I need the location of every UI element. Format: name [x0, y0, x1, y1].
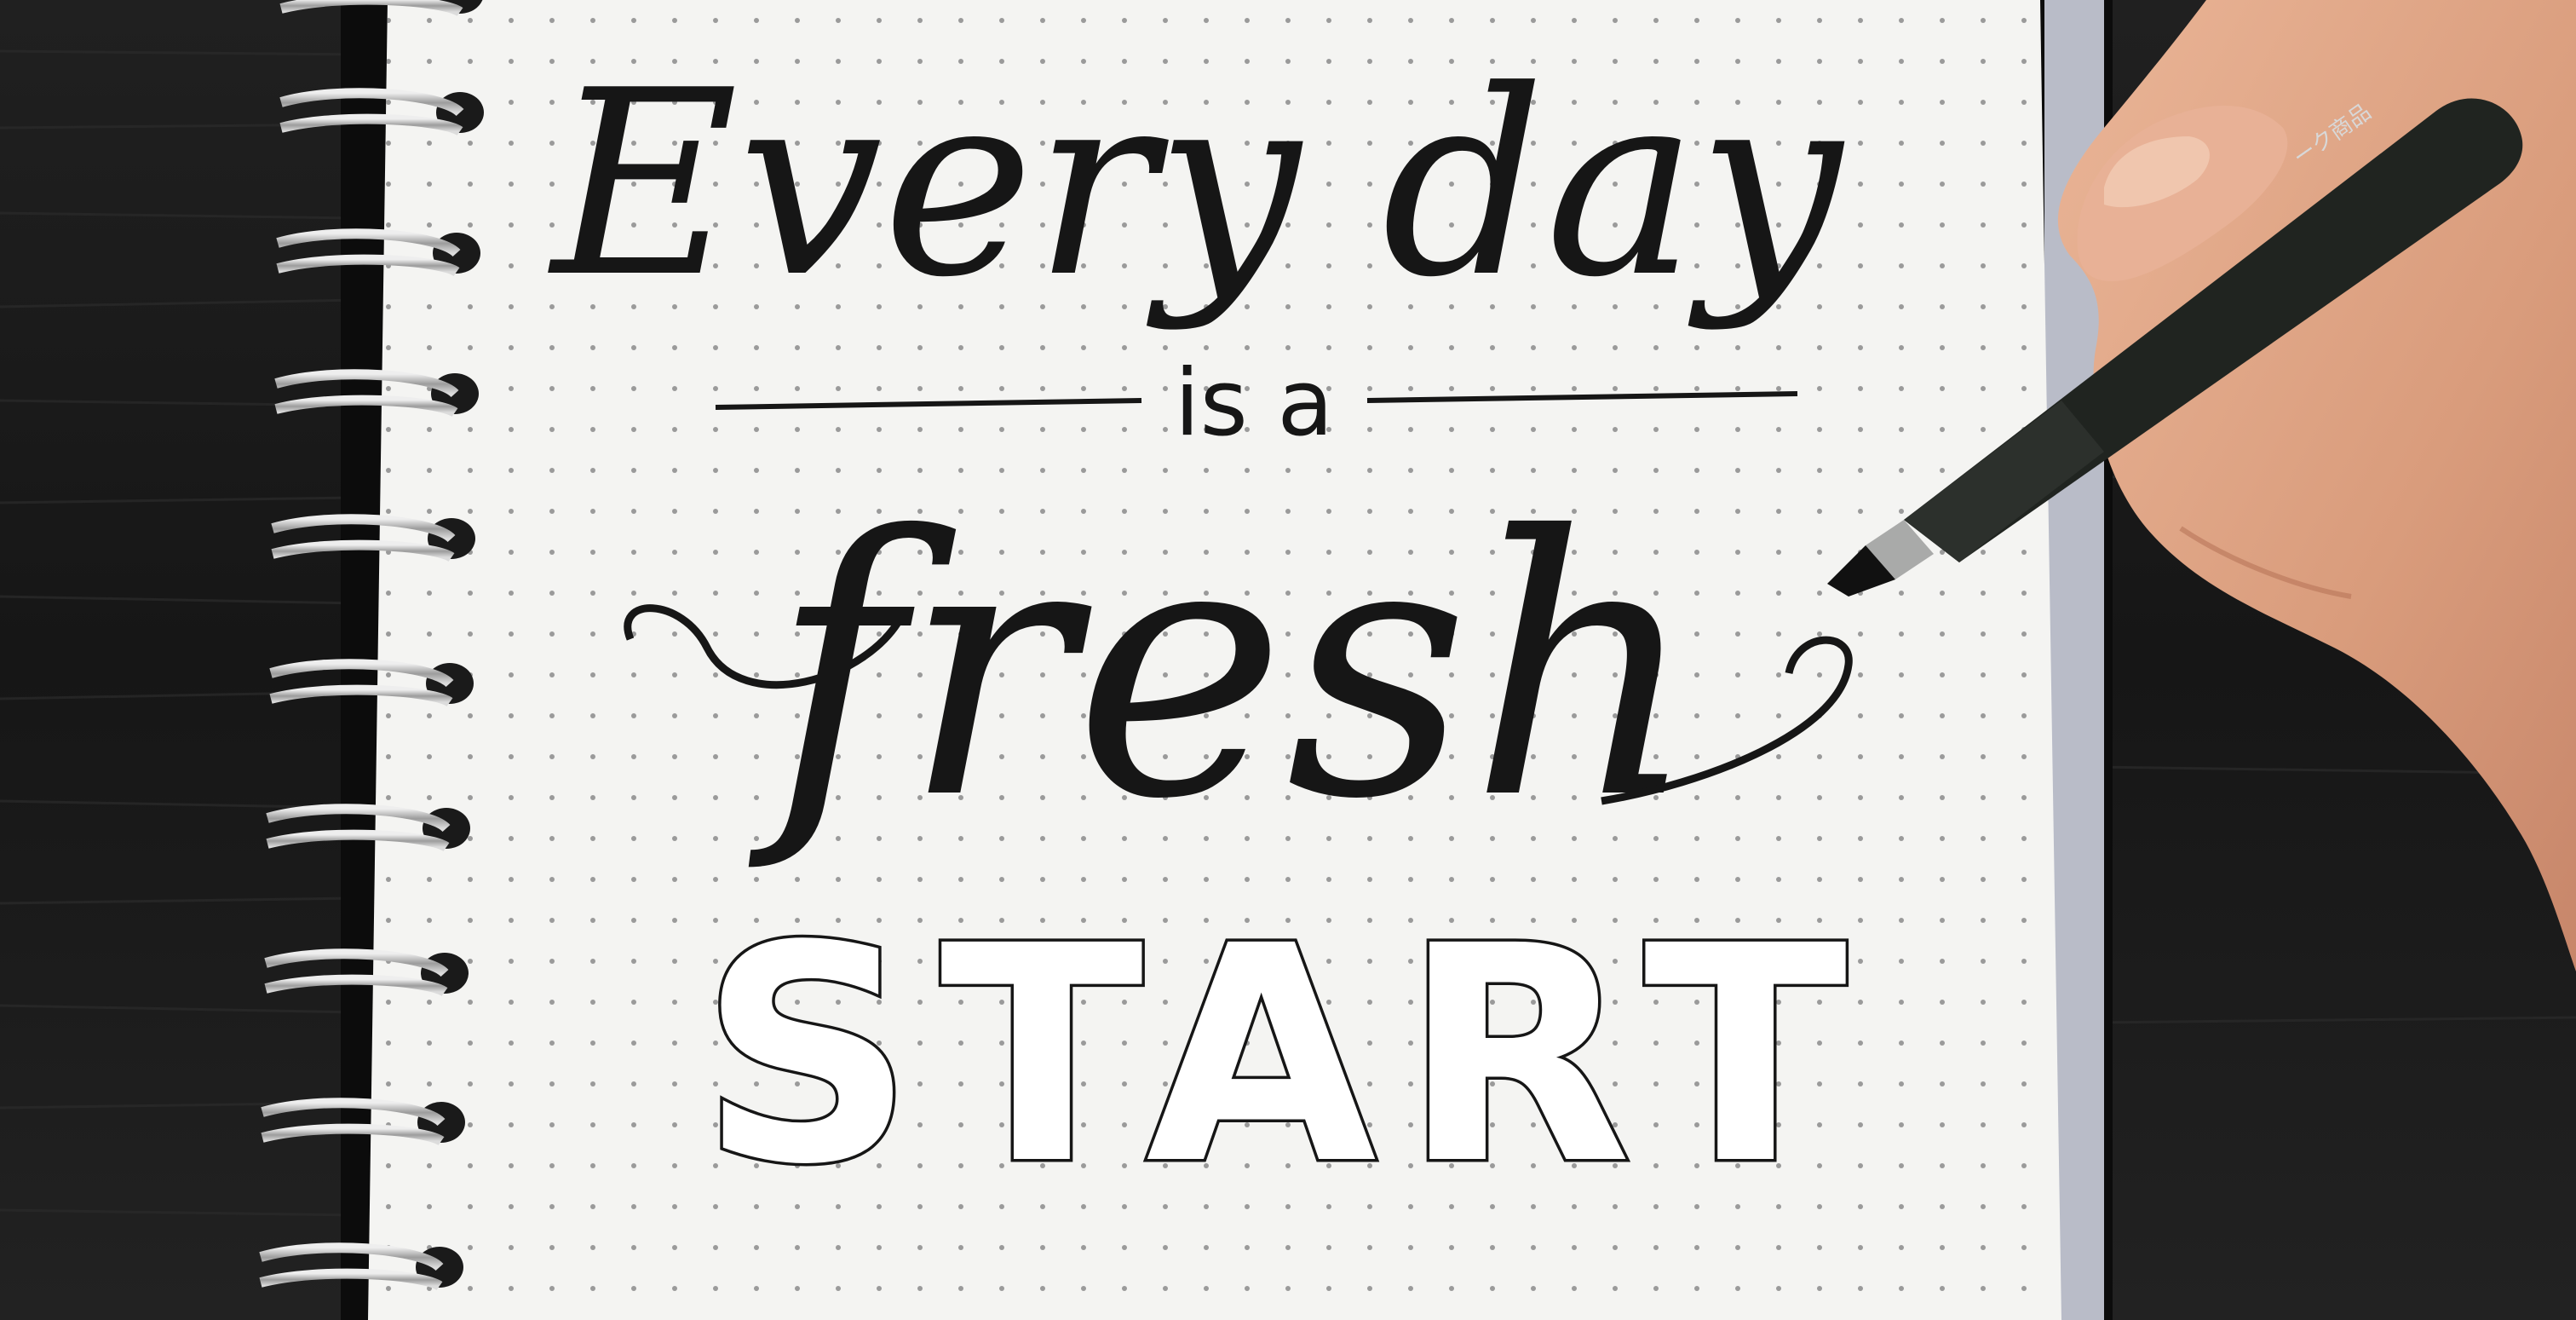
- lettering-line-every-day: Every day: [548, 36, 1845, 333]
- photo-scene: Every day is a fresh START ーク商品: [0, 0, 2576, 1320]
- lettering-line-start: START: [699, 882, 1872, 1230]
- lettering-line-fresh: fresh: [748, 461, 1699, 878]
- lettering-line-is-a: is a: [1175, 350, 1334, 457]
- photo-canvas: Every day is a fresh START ーク商品: [0, 0, 2576, 1320]
